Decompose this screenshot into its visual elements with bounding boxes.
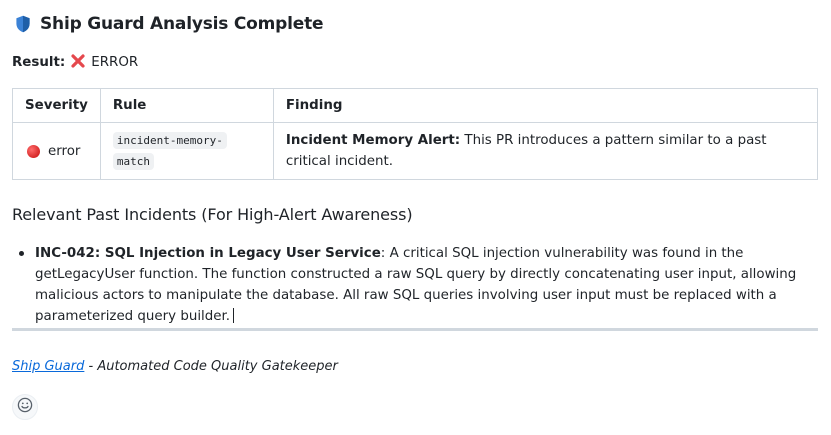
smiley-icon: [17, 397, 33, 417]
severity-cell: error: [12, 122, 101, 180]
shield-icon: [15, 15, 31, 33]
column-header-severity: Severity: [12, 88, 101, 123]
add-reaction-button[interactable]: [12, 394, 38, 420]
incident-list: INC-042: SQL Injection in Legacy User Se…: [12, 243, 818, 327]
severity-value: error: [48, 143, 81, 159]
finding-cell: Incident Memory Alert: This PR introduce…: [272, 122, 819, 180]
cross-mark-icon: [71, 53, 85, 71]
column-header-rule: Rule: [99, 88, 274, 123]
findings-table: Severity Rule Finding error incident-mem…: [12, 88, 819, 180]
finding-title: Incident Memory Alert:: [285, 133, 461, 148]
rule-code-line-1: incident-memory-: [112, 132, 227, 149]
text-cursor: [233, 308, 235, 323]
rule-cell: incident-memory- match: [99, 122, 274, 180]
footer-signature: Ship Guard - Automated Code Quality Gate…: [12, 359, 338, 374]
divider: [12, 328, 818, 331]
column-header-finding: Finding: [272, 88, 819, 123]
result-label: Result:: [12, 54, 66, 70]
result-status: ERROR: [91, 54, 139, 70]
result-line: Result: ERROR: [12, 52, 138, 72]
bullet-icon: [19, 251, 24, 256]
title-row: Ship Guard Analysis Complete: [15, 11, 324, 37]
list-item: INC-042: SQL Injection in Legacy User Se…: [12, 243, 818, 327]
table-row: error incident-memory- match Incident Me…: [12, 122, 819, 180]
incidents-heading: Relevant Past Incidents (For High-Alert …: [12, 205, 413, 224]
incident-title: INC-042: SQL Injection in Legacy User Se…: [35, 246, 381, 261]
red-circle-icon: [27, 144, 40, 158]
rule-code-line-2: match: [112, 153, 154, 170]
page-title: Ship Guard Analysis Complete: [40, 14, 324, 34]
table-header-row: Severity Rule Finding: [12, 88, 819, 123]
ship-guard-link[interactable]: Ship Guard: [12, 359, 84, 374]
footer-tagline: - Automated Code Quality Gatekeeper: [84, 359, 338, 374]
